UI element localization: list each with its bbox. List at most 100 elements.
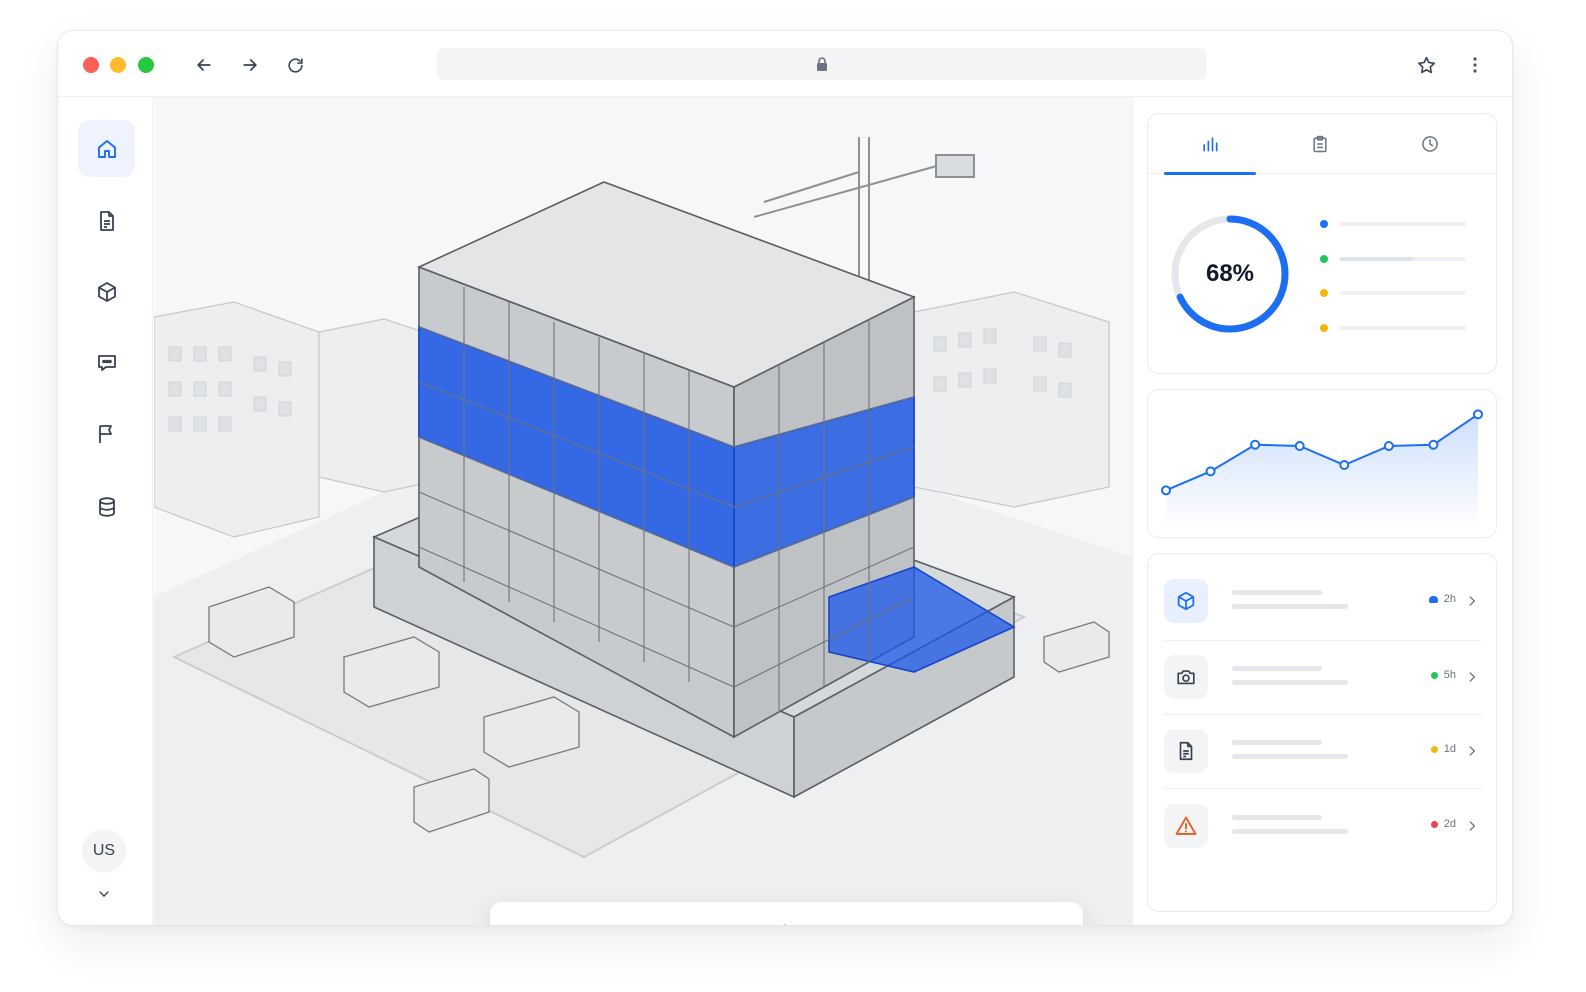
legend-dot <box>1320 289 1328 297</box>
orbit-tool[interactable] <box>684 913 728 926</box>
document-icon <box>1179 741 1193 761</box>
activity-subtitle-placeholder <box>1232 604 1348 609</box>
orbit-icon <box>694 923 718 926</box>
sidebar-item-documents[interactable] <box>78 192 135 249</box>
sidebar-item-models[interactable] <box>78 263 135 320</box>
activity-row-1[interactable]: 2h <box>1164 571 1482 631</box>
activity-row-4[interactable]: 2d <box>1164 796 1482 856</box>
left-sidebar: US <box>58 97 153 925</box>
legend-item-4 <box>1320 324 1470 334</box>
legend-item-3 <box>1320 289 1470 299</box>
progress-value: 68% <box>1205 260 1255 287</box>
sidebar-item-data[interactable] <box>78 478 135 535</box>
tab-history[interactable] <box>1384 114 1476 174</box>
chevron-right-icon <box>1469 672 1476 682</box>
star-icon <box>1417 56 1435 73</box>
activity-subtitle-placeholder <box>1232 680 1348 685</box>
trend-point-4[interactable] <box>1294 441 1305 451</box>
activity-meta: 1d <box>1430 743 1456 755</box>
trend-point-8[interactable] <box>1473 409 1483 420</box>
activity-title-placeholder <box>1232 815 1322 820</box>
sidebar-item-issues[interactable] <box>78 405 135 462</box>
model-viewport[interactable] <box>154 97 1132 926</box>
activity-meta: 2h <box>1428 593 1456 605</box>
activity-meta: 5h <box>1430 669 1456 681</box>
tab-analytics[interactable] <box>1164 114 1256 175</box>
close-window-button[interactable] <box>83 57 99 73</box>
app-window: US 68% 2h 5h 1d 2d <box>57 30 1513 926</box>
chevron-right-icon <box>1469 596 1476 606</box>
activity-title-placeholder <box>1232 740 1322 745</box>
hand-icon <box>613 923 637 926</box>
reload-button[interactable] <box>281 51 309 79</box>
document-icon <box>99 210 114 231</box>
activity-time: 1d <box>1443 743 1456 755</box>
model-tool[interactable] <box>1007 913 1051 925</box>
select-tool[interactable] <box>522 913 566 926</box>
address-bar[interactable] <box>437 48 1207 80</box>
activity-title-placeholder <box>1232 666 1322 671</box>
square-icon <box>856 924 878 926</box>
activity-open[interactable] <box>1462 667 1482 687</box>
browser-titlebar <box>58 31 1512 97</box>
activity-subtitle-placeholder <box>1232 829 1348 834</box>
activity-open[interactable] <box>1462 816 1482 836</box>
browser-menu-button[interactable] <box>1461 51 1489 79</box>
activity-subtitle-placeholder <box>1232 754 1348 759</box>
activity-row-3[interactable]: 1d <box>1164 721 1482 781</box>
legend-item-1 <box>1320 220 1470 230</box>
trend-point-6[interactable] <box>1383 441 1394 451</box>
legend-dot <box>1320 220 1328 228</box>
activity-open[interactable] <box>1462 741 1482 761</box>
chevron-down-icon <box>99 891 109 897</box>
row-divider <box>1164 788 1482 789</box>
flag-icon <box>98 424 112 443</box>
background-building-right <box>913 291 1110 508</box>
avatar-initials: US <box>92 842 116 859</box>
sidebar-item-home[interactable] <box>78 120 135 177</box>
progress-donut: 68% <box>1168 212 1292 336</box>
trend-point-5[interactable] <box>1339 460 1350 470</box>
trend-point-3[interactable] <box>1250 439 1261 450</box>
walk-icon <box>784 924 787 925</box>
bookmark-button[interactable] <box>1412 51 1440 79</box>
arrow-right-icon <box>243 59 257 71</box>
arrow-left-icon <box>197 59 211 71</box>
user-menu-toggle[interactable] <box>93 883 115 905</box>
trend-point-7[interactable] <box>1428 439 1439 450</box>
legend-bar <box>1340 257 1414 261</box>
sidebar-item-comments[interactable] <box>78 334 135 391</box>
insights-panel: 68% 2h 5h 1d 2d <box>1132 97 1512 925</box>
tab-tasks[interactable] <box>1274 114 1366 174</box>
pan-tool[interactable] <box>603 913 647 926</box>
cursor-icon <box>533 924 555 926</box>
camera-icon <box>1177 670 1195 685</box>
activity-title-placeholder <box>1232 590 1322 595</box>
walk-tool[interactable] <box>764 913 808 925</box>
activity-time: 2h <box>1443 593 1456 605</box>
activity-meta: 2d <box>1430 818 1456 830</box>
database-icon <box>98 496 115 517</box>
activity-row-2[interactable]: 5h <box>1164 647 1482 707</box>
chevron-right-icon <box>1469 821 1476 831</box>
row-divider <box>1164 714 1482 715</box>
section-box-tool[interactable] <box>845 913 889 926</box>
trend-point-1[interactable] <box>1161 485 1171 496</box>
legend-item-2 <box>1320 255 1470 265</box>
maximize-window-button[interactable] <box>138 57 154 73</box>
pencil-icon <box>937 924 959 926</box>
activity-open[interactable] <box>1462 591 1482 611</box>
forward-button[interactable] <box>236 51 264 79</box>
markup-tool[interactable] <box>926 913 970 926</box>
minimize-window-button[interactable] <box>110 57 126 73</box>
activity-icon-badge <box>1164 655 1208 699</box>
home-icon <box>97 139 116 158</box>
back-button[interactable] <box>190 51 218 79</box>
legend-dot <box>1320 324 1328 332</box>
trend-point-2[interactable] <box>1205 466 1216 477</box>
user-avatar[interactable]: US <box>82 829 126 873</box>
building-model-render[interactable] <box>154 97 1132 926</box>
progress-card: 68% <box>1147 113 1497 374</box>
activity-icon-badge <box>1164 579 1208 623</box>
status-dot <box>1430 820 1438 828</box>
